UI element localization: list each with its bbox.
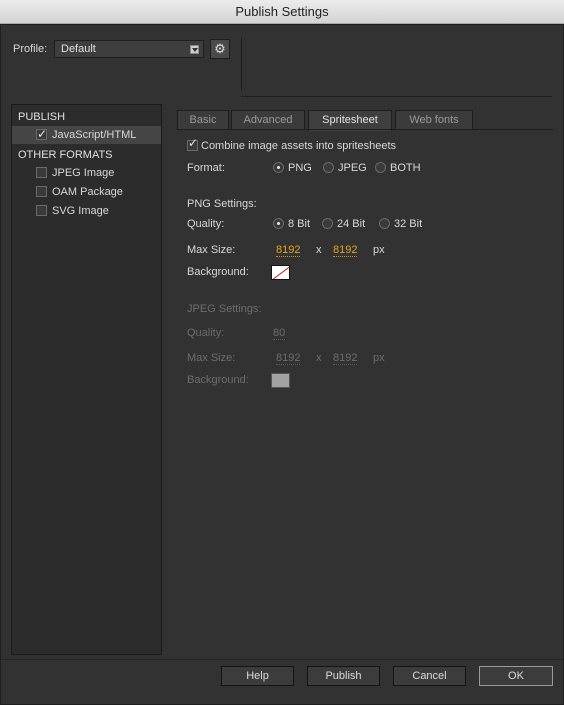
tab-advanced[interactable]: Advanced xyxy=(231,110,305,130)
jpeg-quality-field[interactable]: 80 xyxy=(273,327,286,340)
publish-button[interactable]: Publish xyxy=(307,666,380,686)
divider xyxy=(241,37,242,91)
combine-spritesheets-option[interactable]: Combine image assets into spritesheets xyxy=(187,136,397,152)
png-background-label: Background: xyxy=(187,266,249,278)
quality-32bit-radio[interactable]: 32 Bit xyxy=(379,218,422,230)
divider xyxy=(241,96,552,97)
png-quality-label: Quality: xyxy=(187,218,225,230)
ok-button[interactable]: OK xyxy=(479,666,553,686)
chevron-down-icon xyxy=(190,45,199,54)
format-label: Format: xyxy=(187,162,225,174)
quality-24bit-radio[interactable]: 24 Bit xyxy=(322,218,365,230)
jpeg-max-height-field[interactable]: 8192 xyxy=(333,352,358,365)
profile-value: Default xyxy=(61,43,96,55)
oam-package-checkbox[interactable] xyxy=(36,186,47,197)
jpeg-quality-row: Quality: 80 xyxy=(187,327,547,341)
quality-8bit-radio[interactable]: 8 Bit xyxy=(273,218,310,230)
sidebar-item-label: JavaScript/HTML xyxy=(52,129,137,141)
publish-header: PUBLISH xyxy=(18,111,66,123)
format-row: Format: PNG JPEG BOTH xyxy=(187,162,547,176)
png-quality-row: Quality: 8 Bit 24 Bit 32 Bit xyxy=(187,218,547,232)
jpeg-max-size-row: Max Size: 8192 x 8192 px xyxy=(187,352,547,368)
divider xyxy=(177,129,553,130)
help-button[interactable]: Help xyxy=(221,666,294,686)
times-symbol: x xyxy=(316,352,322,364)
other-formats-header: OTHER FORMATS xyxy=(18,149,113,161)
combine-spritesheets-label: Combine image assets into spritesheets xyxy=(201,140,397,152)
window-title: Publish Settings xyxy=(0,0,564,24)
svg-image-checkbox[interactable] xyxy=(36,205,47,216)
gear-icon[interactable]: ⚙ xyxy=(210,39,230,59)
sidebar-item-svg-image[interactable]: SVG Image xyxy=(12,202,161,220)
png-background-row: Background: xyxy=(187,265,547,283)
times-symbol: x xyxy=(316,244,322,256)
png-max-size-row: Max Size: 8192 x 8192 px xyxy=(187,244,547,260)
jpeg-background-label: Background: xyxy=(187,374,249,386)
combine-spritesheets-checkbox[interactable] xyxy=(187,136,198,151)
format-png-radio[interactable]: PNG xyxy=(273,162,312,174)
sidebar-item-javascript-html[interactable]: JavaScript/HTML xyxy=(12,125,161,144)
publish-settings-dialog: Profile: Default ⚙ PUBLISH JavaScript/HT… xyxy=(0,24,564,705)
sidebar-item-label: JPEG Image xyxy=(52,167,115,179)
px-unit: px xyxy=(373,352,385,364)
sidebar-item-label: OAM Package xyxy=(52,186,123,198)
sidebar-item-label: SVG Image xyxy=(52,205,109,217)
profile-label: Profile: xyxy=(13,43,48,55)
javascript-html-checkbox[interactable] xyxy=(36,125,47,143)
png-background-swatch[interactable] xyxy=(271,265,290,280)
jpeg-max-size-label: Max Size: xyxy=(187,352,236,364)
jpeg-settings-header: JPEG Settings: xyxy=(187,303,262,315)
profile-select[interactable]: Default xyxy=(54,40,204,58)
jpeg-image-checkbox[interactable] xyxy=(36,167,47,178)
sidebar-item-oam-package[interactable]: OAM Package xyxy=(12,183,161,201)
jpeg-quality-label: Quality: xyxy=(187,327,225,339)
divider xyxy=(1,659,563,660)
jpeg-background-row: Background: xyxy=(187,373,547,391)
tab-spritesheet[interactable]: Spritesheet xyxy=(308,110,392,131)
png-settings-header: PNG Settings: xyxy=(187,198,257,210)
format-jpeg-radio[interactable]: JPEG xyxy=(323,162,367,174)
png-max-size-label: Max Size: xyxy=(187,244,236,256)
jpeg-max-width-field[interactable]: 8192 xyxy=(276,352,301,365)
jpeg-background-swatch[interactable] xyxy=(271,373,290,388)
tab-web-fonts[interactable]: Web fonts xyxy=(395,110,473,130)
png-max-height-field[interactable]: 8192 xyxy=(333,244,358,257)
px-unit: px xyxy=(373,244,385,256)
sidebar-item-jpeg-image[interactable]: JPEG Image xyxy=(12,164,161,182)
format-sidebar: PUBLISH JavaScript/HTML OTHER FORMATS JP… xyxy=(11,104,162,655)
tab-basic[interactable]: Basic xyxy=(177,110,229,130)
cancel-button[interactable]: Cancel xyxy=(393,666,466,686)
png-max-width-field[interactable]: 8192 xyxy=(276,244,301,257)
format-both-radio[interactable]: BOTH xyxy=(375,162,421,174)
